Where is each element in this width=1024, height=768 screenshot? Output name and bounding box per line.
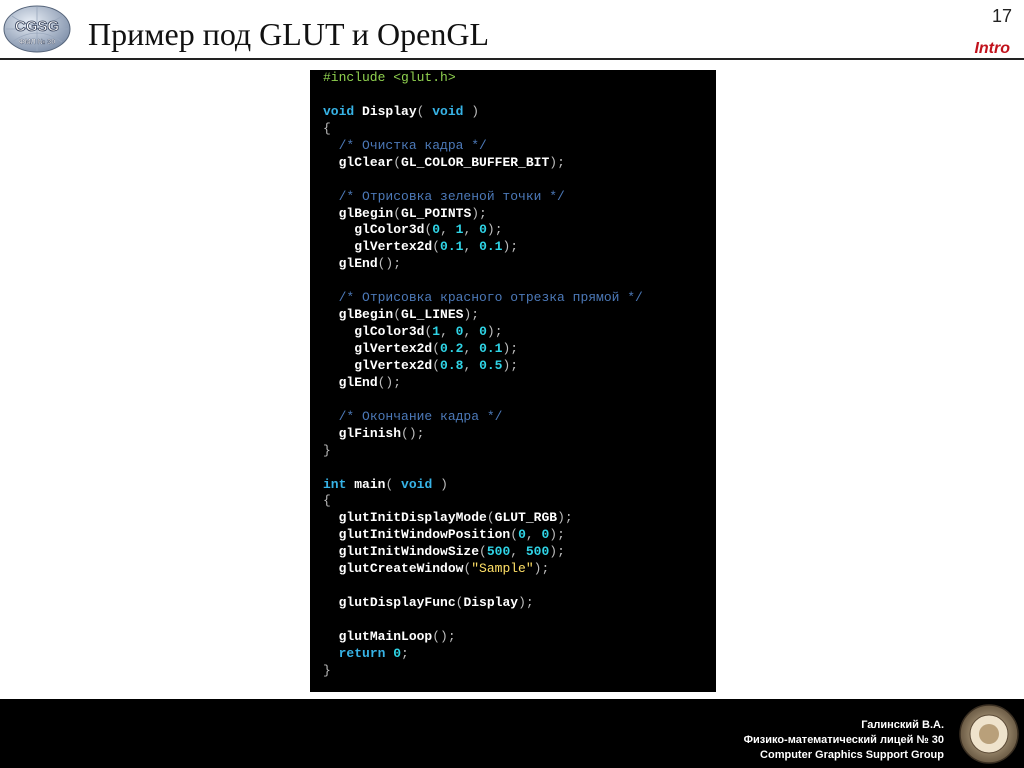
code-block: #include <glut.h> void Display( void ){ … bbox=[323, 70, 643, 680]
code-line: { bbox=[323, 120, 331, 136]
code-line: glutDisplayFunc(Display); bbox=[338, 595, 534, 611]
code-line: void Display( void ) bbox=[323, 103, 480, 119]
code-line: glutCreateWindow("Sample"); bbox=[338, 561, 550, 577]
code-line: } bbox=[323, 442, 331, 458]
code-line: glutInitWindowSize(500, 500); bbox=[338, 544, 565, 560]
code-line: { bbox=[323, 493, 331, 509]
code-line: glFinish(); bbox=[338, 425, 425, 441]
school-seal-icon bbox=[959, 704, 1019, 764]
logo-subtext: ФМЛ № 30 bbox=[19, 38, 55, 46]
code-line: return 0; bbox=[338, 645, 409, 661]
code-line: glBegin(GL_LINES); bbox=[338, 307, 480, 323]
page-number: 17 bbox=[991, 6, 1012, 26]
cgsg-logo-icon: CGSG ФМЛ № 30 bbox=[3, 5, 71, 53]
code-line: /* Отрисовка красного отрезка прямой */ bbox=[338, 290, 643, 306]
code-line: glVertex2d(0.2, 0.1); bbox=[354, 341, 519, 356]
footer-author: Галинский В.А. bbox=[861, 719, 944, 731]
slide-header: CGSG ФМЛ № 30 Пример под GLUT и OpenGL 1… bbox=[0, 0, 1024, 60]
slide-title: Пример под GLUT и OpenGL bbox=[88, 16, 489, 52]
logo-text: CGSG bbox=[15, 18, 59, 35]
code-line: glVertex2d(0.1, 0.1); bbox=[354, 239, 519, 255]
code-line: glColor3d(0, 1, 0); bbox=[354, 222, 503, 238]
code-line: glColor3d(1, 0, 0); bbox=[354, 324, 503, 340]
code-line: glutInitWindowPosition(0, 0); bbox=[338, 527, 565, 543]
slide-footer: Галинский В.А. Физико-математический лиц… bbox=[0, 699, 1024, 768]
code-listing: #include <glut.h> void Display( void ){ … bbox=[310, 70, 716, 692]
code-line: glutInitDisplayMode(GLUT_RGB); bbox=[338, 510, 573, 526]
code-line: glVertex2d(0.8, 0.5); bbox=[354, 357, 519, 373]
code-line: int main( void ) bbox=[323, 476, 448, 492]
code-line: /* Отрисовка зеленой точки */ bbox=[338, 188, 565, 204]
section-label: Intro bbox=[974, 40, 1010, 57]
code-line: } bbox=[323, 662, 331, 678]
code-line: /* Очистка кадра */ bbox=[338, 137, 487, 153]
header-divider bbox=[0, 58, 1024, 60]
code-line: glEnd(); bbox=[338, 256, 402, 272]
code-line: /* Окончание кадра */ bbox=[338, 408, 503, 424]
footer-school: Физико-математический лицей № 30 bbox=[743, 734, 944, 746]
code-line: glEnd(); bbox=[338, 374, 402, 390]
code-line: glClear(GL_COLOR_BUFFER_BIT); bbox=[338, 154, 565, 170]
code-line: #include <glut.h> bbox=[323, 70, 456, 85]
code-line: glutMainLoop(); bbox=[338, 628, 456, 644]
code-line: glBegin(GL_POINTS); bbox=[338, 205, 487, 221]
footer-group: Computer Graphics Support Group bbox=[760, 749, 944, 761]
